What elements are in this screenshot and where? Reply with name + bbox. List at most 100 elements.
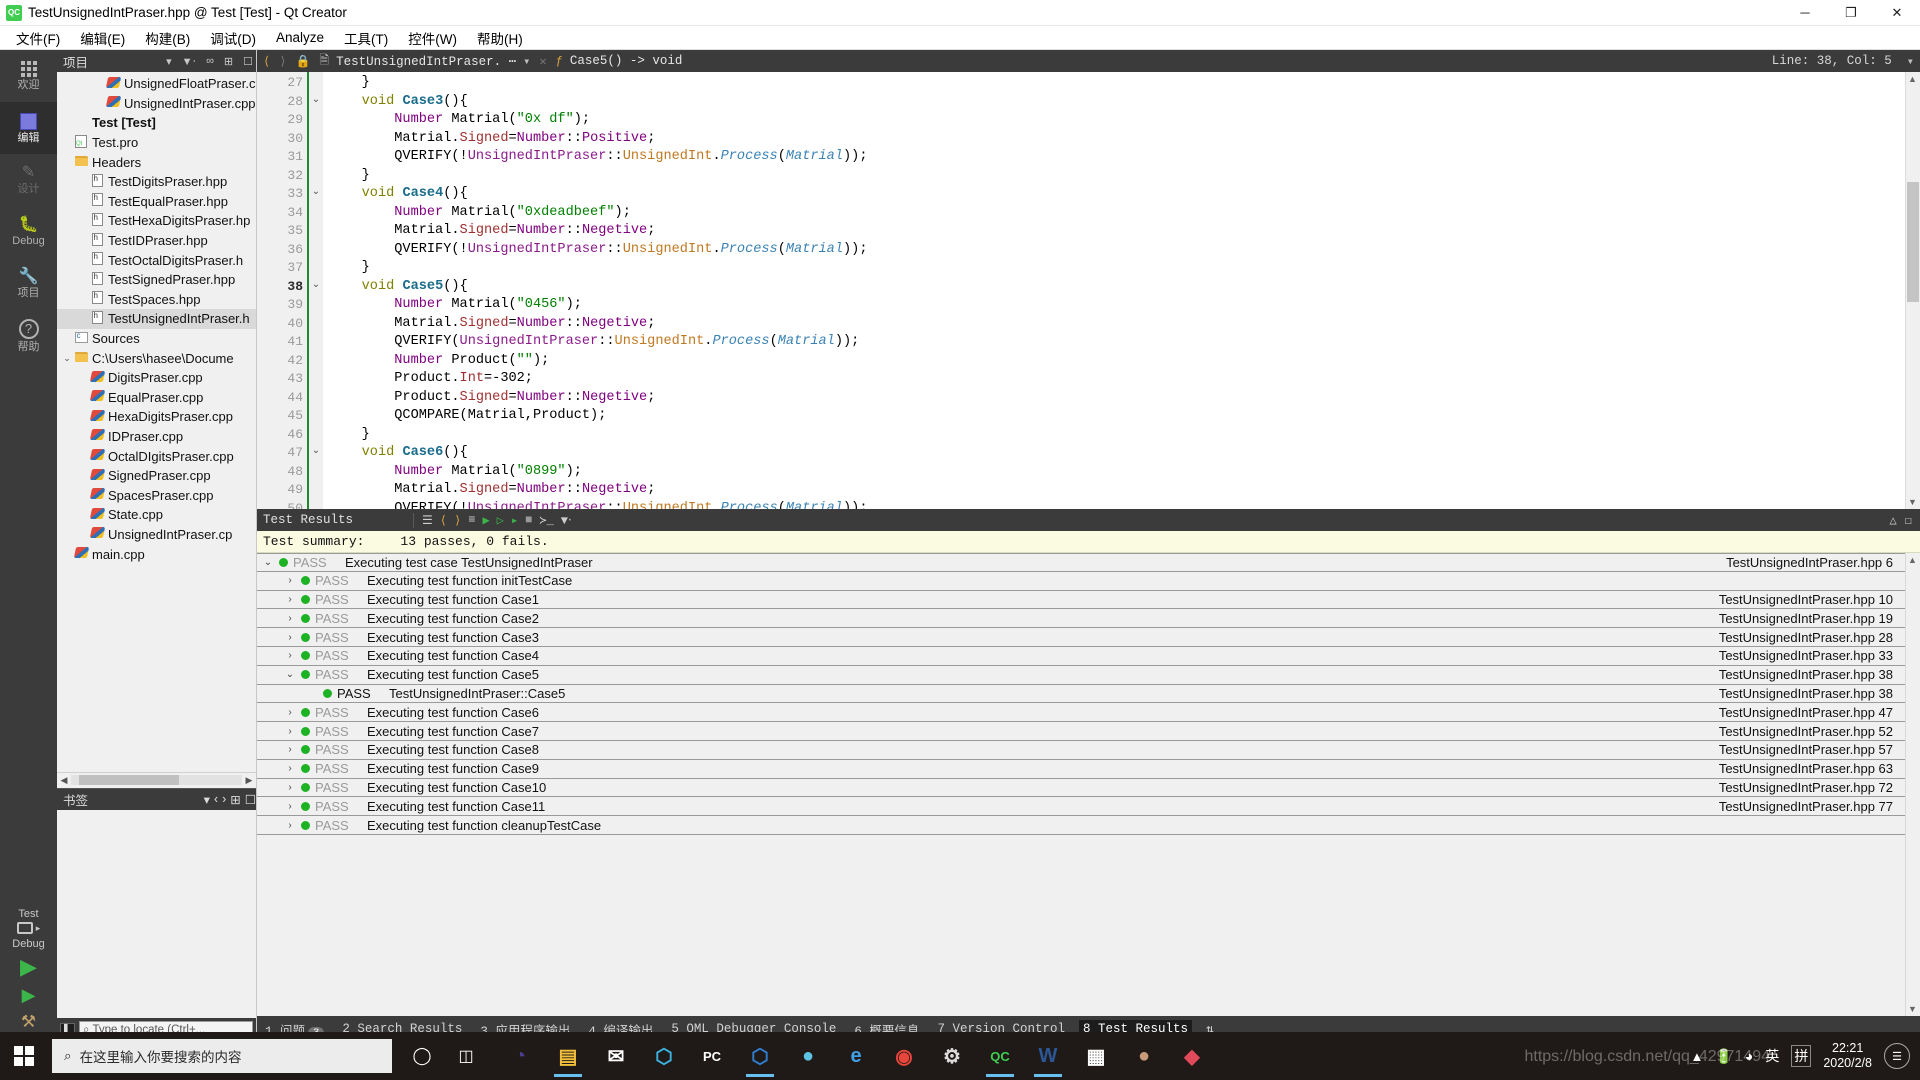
- mail-icon[interactable]: ✉: [594, 1034, 638, 1078]
- close-editor-icon[interactable]: ✕: [537, 54, 548, 69]
- open-file-name[interactable]: TestUnsignedIntPraser. ⋯: [336, 53, 516, 69]
- wifi-icon[interactable]: ◕: [1745, 1048, 1753, 1064]
- chevron-down-icon[interactable]: ▾: [521, 54, 532, 69]
- pc-manager-icon[interactable]: PC: [690, 1034, 734, 1078]
- bookmarks-prev-icon[interactable]: ‹: [214, 792, 218, 806]
- tree-item-23[interactable]: UnsignedIntPraser.cp: [57, 525, 256, 545]
- row-expander-icon[interactable]: ›: [279, 763, 301, 774]
- menu-item-6[interactable]: 控件(W): [398, 26, 467, 50]
- mode-编辑[interactable]: 编辑: [0, 102, 57, 154]
- menu-item-7[interactable]: 帮助(H): [467, 26, 533, 50]
- tree-item-3[interactable]: Test.pro: [57, 133, 256, 153]
- row-expander-icon[interactable]: ›: [279, 650, 301, 661]
- scroll-left-icon[interactable]: ◀: [57, 775, 71, 786]
- scroll-right-icon[interactable]: ▶: [242, 775, 256, 786]
- mode-欢迎[interactable]: 欢迎: [0, 50, 57, 102]
- edge-legacy-icon[interactable]: ◔: [498, 1034, 542, 1078]
- calculator-icon[interactable]: ▦: [1074, 1034, 1118, 1078]
- tree-item-14[interactable]: ⌄ C:\Users\hasee\Docume: [57, 348, 256, 368]
- tr-scroll-up-icon[interactable]: ▲: [1908, 555, 1917, 565]
- hscroll-track[interactable]: [71, 775, 242, 786]
- vscode-icon[interactable]: ⬡: [738, 1034, 782, 1078]
- tree-item-20[interactable]: SignedPraser.cpp: [57, 466, 256, 486]
- back-arrow-icon[interactable]: ⟨: [261, 54, 272, 69]
- test-result-row[interactable]: ⌄ PASS Executing test case TestUnsignedInt…: [257, 553, 1905, 572]
- hscroll-thumb[interactable]: [79, 775, 179, 786]
- settings-icon[interactable]: ⚙: [930, 1034, 974, 1078]
- tr-scroll-down-icon[interactable]: ▼: [1908, 1004, 1917, 1014]
- row-expander-icon[interactable]: ›: [279, 801, 301, 812]
- row-expander-icon[interactable]: ›: [279, 782, 301, 793]
- tree-item-0[interactable]: UnsignedFloatPraser.cp: [57, 74, 256, 94]
- tree-item-22[interactable]: State.cpp: [57, 505, 256, 525]
- fold-toggle-icon[interactable]: ⌄: [309, 183, 323, 202]
- close-button[interactable]: ✕: [1874, 0, 1920, 26]
- scroll-up-icon[interactable]: ▲: [1908, 74, 1917, 84]
- bookmarks-close-icon[interactable]: ☐: [245, 792, 256, 807]
- tree-item-19[interactable]: OctalDIgitsPraser.cpp: [57, 446, 256, 466]
- menu-item-1[interactable]: 编辑(E): [70, 26, 135, 50]
- task-view-icon[interactable]: ◫: [444, 1034, 488, 1078]
- cortana-icon[interactable]: ◯: [400, 1034, 444, 1078]
- tree-item-16[interactable]: EqualPraser.cpp: [57, 388, 256, 408]
- menu-item-4[interactable]: Analyze: [266, 28, 334, 47]
- test-results-vscrollbar[interactable]: ▲ ▼: [1905, 553, 1920, 1016]
- test-result-row[interactable]: › PASS Executing test function Case9 TestUn…: [257, 760, 1905, 779]
- test-result-row[interactable]: › PASS Executing test function Case7 TestUn…: [257, 722, 1905, 741]
- test-result-row[interactable]: ⌄ PASS Executing test function Case5 TestUn…: [257, 666, 1905, 685]
- row-expander-icon[interactable]: ›: [279, 707, 301, 718]
- row-expander-icon[interactable]: ›: [279, 820, 301, 831]
- code-text[interactable]: } void Case3(){ Number Matrial("0x df");…: [323, 72, 1905, 509]
- word-icon[interactable]: W: [1026, 1034, 1070, 1078]
- test-result-row[interactable]: › PASS Executing test function Case10 TestU…: [257, 779, 1905, 798]
- test-result-row[interactable]: › PASS Executing test function Case6 TestUn…: [257, 703, 1905, 723]
- next-icon[interactable]: ⟩: [454, 513, 461, 528]
- run-selected-tests-icon[interactable]: ▷: [497, 513, 504, 528]
- chevron-up-icon[interactable]: ▲: [1691, 1049, 1704, 1064]
- user-avatar-icon[interactable]: ●: [1122, 1034, 1166, 1078]
- row-expander-icon[interactable]: ⌄: [279, 669, 301, 680]
- mode-Debug[interactable]: 🐛 Debug: [0, 206, 57, 258]
- mode-帮助[interactable]: ? 帮助: [0, 310, 57, 362]
- tree-item-18[interactable]: IDPraser.cpp: [57, 427, 256, 447]
- chrome-icon[interactable]: ◉: [882, 1034, 926, 1078]
- bookmarks-chevron-down-icon[interactable]: ▾: [204, 792, 210, 807]
- bookmarks-split-icon[interactable]: ⊞: [230, 792, 240, 807]
- tree-item-10[interactable]: TestSignedPraser.hpp: [57, 270, 256, 290]
- tree-item-21[interactable]: SpacesPraser.cpp: [57, 485, 256, 505]
- taskbar-search-input[interactable]: ⌕ 在这里输入你要搜索的内容: [52, 1039, 392, 1073]
- chevron-down-icon[interactable]: ▾: [163, 55, 175, 68]
- tree-item-12[interactable]: TestUnsignedIntPraser.h: [57, 309, 256, 329]
- tree-item-4[interactable]: Headers: [57, 152, 256, 172]
- menu-item-0[interactable]: 文件(F): [6, 26, 70, 50]
- file-explorer-icon[interactable]: ▤: [546, 1034, 590, 1078]
- forward-arrow-icon[interactable]: ⟩: [277, 54, 288, 69]
- test-result-row[interactable]: › PASS Executing test function Case2 TestUn…: [257, 609, 1905, 629]
- test-result-row[interactable]: › PASS Executing test function Case4 TestUn…: [257, 647, 1905, 666]
- row-expander-icon[interactable]: ⌄: [257, 557, 279, 568]
- test-result-row[interactable]: › PASS Executing test function cleanupTest…: [257, 816, 1905, 835]
- console-icon[interactable]: ≻_: [539, 513, 553, 528]
- list-icon[interactable]: ≡: [468, 513, 475, 527]
- battery-charging-icon[interactable]: 🔋: [1715, 1048, 1732, 1065]
- test-results-list[interactable]: ⌄ PASS Executing test case TestUnsignedInt…: [257, 553, 1905, 1016]
- ie-icon[interactable]: e: [834, 1034, 878, 1078]
- bookmarks-list[interactable]: [57, 809, 256, 1018]
- tree-item-7[interactable]: TestHexaDigitsPraser.hp: [57, 211, 256, 231]
- symbol-selector[interactable]: Case5() -> void: [570, 54, 683, 68]
- stop-icon[interactable]: ■: [525, 513, 532, 527]
- mode-项目[interactable]: 🔧 项目: [0, 258, 57, 310]
- tree-item-13[interactable]: Sources: [57, 329, 256, 349]
- vscode-insiders-icon[interactable]: ⬡: [642, 1034, 686, 1078]
- code-area[interactable]: 27 28 29 30 31 32 33 34 35 36 37 38 39 40 41 42 43 44 45 46…: [257, 72, 1905, 509]
- tree-item-9[interactable]: TestOctalDigitsPraser.h: [57, 250, 256, 270]
- start-button[interactable]: [0, 1032, 48, 1080]
- menu-item-5[interactable]: 工具(T): [334, 26, 398, 50]
- test-result-row[interactable]: › PASS Executing test function Case11 TestU…: [257, 797, 1905, 817]
- taskbar-clock[interactable]: 22:21 2020/2/8: [1823, 1041, 1872, 1071]
- test-result-row[interactable]: › PASS Executing test function Case3 TestUn…: [257, 628, 1905, 647]
- kit-selector[interactable]: ▸: [16, 922, 40, 934]
- chrome-canary-icon[interactable]: ●: [786, 1034, 830, 1078]
- menu-item-2[interactable]: 构建(B): [135, 26, 200, 50]
- menu-item-3[interactable]: 调试(D): [200, 26, 266, 50]
